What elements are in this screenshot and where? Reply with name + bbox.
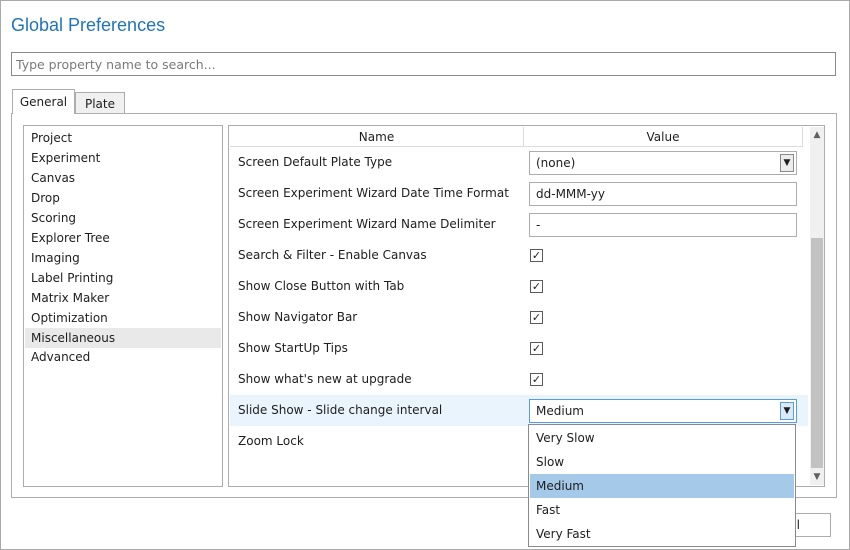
scrollbar-thumb[interactable] <box>811 238 823 468</box>
chevron-down-icon[interactable]: ▼ <box>780 402 794 420</box>
dropdown-option[interactable]: Very Slow <box>530 426 794 450</box>
category-item-scoring[interactable]: Scoring <box>25 208 221 228</box>
category-item-label-printing[interactable]: Label Printing <box>25 268 221 288</box>
plate-type-combo[interactable]: (none) ▼ <box>529 151 797 175</box>
field-value: - <box>536 218 541 232</box>
startup-tips-checkbox[interactable]: ✓ <box>530 342 543 355</box>
chevron-down-icon[interactable]: ▼ <box>780 154 794 172</box>
date-format-field[interactable]: dd-MMM-yy <box>529 182 797 206</box>
combo-value: (none) <box>536 156 576 170</box>
whats-new-checkbox[interactable]: ✓ <box>530 373 543 386</box>
close-button-checkbox[interactable]: ✓ <box>530 280 543 293</box>
dropdown-option[interactable]: Fast <box>530 498 794 522</box>
category-item-project[interactable]: Project <box>25 128 221 148</box>
property-name: Show Navigator Bar <box>238 310 358 324</box>
category-item-optimization[interactable]: Optimization <box>25 308 221 328</box>
property-row: Slide Show - Slide change interval Mediu… <box>230 395 808 426</box>
scroll-up-icon[interactable]: ▲ <box>810 127 824 143</box>
property-name: Screen Experiment Wizard Date Time Forma… <box>238 186 509 200</box>
property-name: Search & Filter - Enable Canvas <box>238 248 427 262</box>
category-item-canvas[interactable]: Canvas <box>25 168 221 188</box>
property-row: Screen Default Plate Type (none) ▼ <box>230 147 808 178</box>
property-row: Screen Experiment Wizard Date Time Forma… <box>230 178 808 209</box>
tab-plate[interactable]: Plate <box>75 92 125 114</box>
category-item-miscellaneous[interactable]: Miscellaneous <box>25 328 221 348</box>
dropdown-option[interactable]: Very Fast <box>530 522 794 546</box>
property-row: Show StartUp Tips ✓ <box>230 333 808 364</box>
category-item-experiment[interactable]: Experiment <box>25 148 221 168</box>
search-input[interactable] <box>12 53 835 75</box>
property-row: Show Navigator Bar ✓ <box>230 302 808 333</box>
interval-dropdown-list: Very Slow Slow Medium Fast Very Fast <box>528 424 796 547</box>
property-name: Screen Default Plate Type <box>238 155 393 169</box>
category-list[interactable]: Project Experiment Canvas Drop Scoring E… <box>23 125 223 487</box>
property-row: Show Close Button with Tab ✓ <box>230 271 808 302</box>
slide-interval-combo[interactable]: Medium ▼ <box>529 399 797 423</box>
property-name: Show StartUp Tips <box>238 341 348 355</box>
category-item-advanced[interactable]: Advanced <box>25 347 221 367</box>
dropdown-option-selected[interactable]: Medium <box>530 474 794 498</box>
enable-canvas-checkbox[interactable]: ✓ <box>530 249 543 262</box>
column-header-value[interactable]: Value <box>524 127 803 147</box>
category-item-imaging[interactable]: Imaging <box>25 248 221 268</box>
category-item-explorer-tree[interactable]: Explorer Tree <box>25 228 221 248</box>
search-field[interactable] <box>11 52 836 76</box>
property-name: Show what's new at upgrade <box>238 372 412 386</box>
dialog-title: Global Preferences <box>11 15 166 35</box>
field-value: dd-MMM-yy <box>536 187 605 201</box>
navigator-bar-checkbox[interactable]: ✓ <box>530 311 543 324</box>
property-name: Screen Experiment Wizard Name Delimiter <box>238 217 496 231</box>
tab-general[interactable]: General <box>12 89 75 114</box>
combo-value: Medium <box>536 404 584 418</box>
category-item-drop[interactable]: Drop <box>25 188 221 208</box>
property-row: Show what's new at upgrade ✓ <box>230 364 808 395</box>
property-name: Slide Show - Slide change interval <box>238 403 443 417</box>
scroll-down-icon[interactable]: ▼ <box>810 469 824 485</box>
column-header-name[interactable]: Name <box>230 127 524 147</box>
property-name: Zoom Lock <box>238 434 304 448</box>
property-row: Screen Experiment Wizard Name Delimiter … <box>230 209 808 240</box>
dropdown-option[interactable]: Slow <box>530 450 794 474</box>
vertical-scrollbar[interactable]: ▲ ▼ <box>810 127 824 485</box>
property-name: Show Close Button with Tab <box>238 279 405 293</box>
name-delimiter-field[interactable]: - <box>529 213 797 237</box>
property-row: Search & Filter - Enable Canvas ✓ <box>230 240 808 271</box>
category-item-matrix-maker[interactable]: Matrix Maker <box>25 288 221 308</box>
